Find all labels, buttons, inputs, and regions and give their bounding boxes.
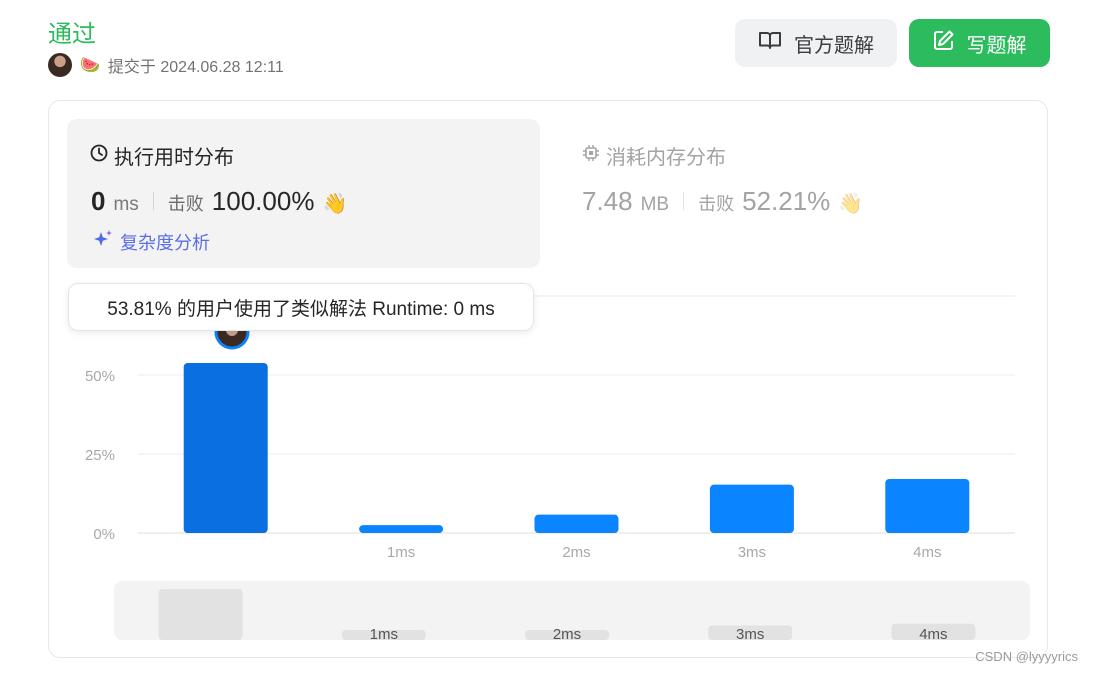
runtime-distribution-chart: 0% 25% 50% 1ms 2ms 3ms 4ms 1ms 2ms 3ms 4ms	[85, 295, 1030, 643]
x-tick-label: 1ms	[387, 544, 415, 561]
csdn-watermark: CSDN @lyyyyrics	[975, 649, 1078, 664]
chart-tooltip: 53.81% 的用户使用了类似解法 Runtime: 0 ms	[68, 283, 534, 331]
chart-bar[interactable]	[709, 484, 794, 533]
navigator-tick-label: 3ms	[736, 626, 764, 643]
navigator-tick-label: 4ms	[919, 626, 947, 643]
y-tick-label: 0%	[93, 526, 115, 543]
x-tick-label: 4ms	[913, 544, 941, 561]
chart-bar[interactable]	[183, 362, 268, 533]
navigator-tick-label: 2ms	[553, 626, 581, 643]
chart-bar[interactable]	[885, 478, 970, 533]
navigator-tick-label: 1ms	[370, 626, 398, 643]
navigator-bar	[158, 589, 243, 640]
x-tick-label: 3ms	[738, 544, 766, 561]
chart-bar[interactable]	[359, 525, 444, 533]
y-tick-label: 25%	[85, 447, 115, 464]
y-tick-label: 50%	[85, 368, 115, 385]
x-tick-label: 2ms	[562, 544, 590, 561]
chart-bar[interactable]	[534, 514, 619, 533]
